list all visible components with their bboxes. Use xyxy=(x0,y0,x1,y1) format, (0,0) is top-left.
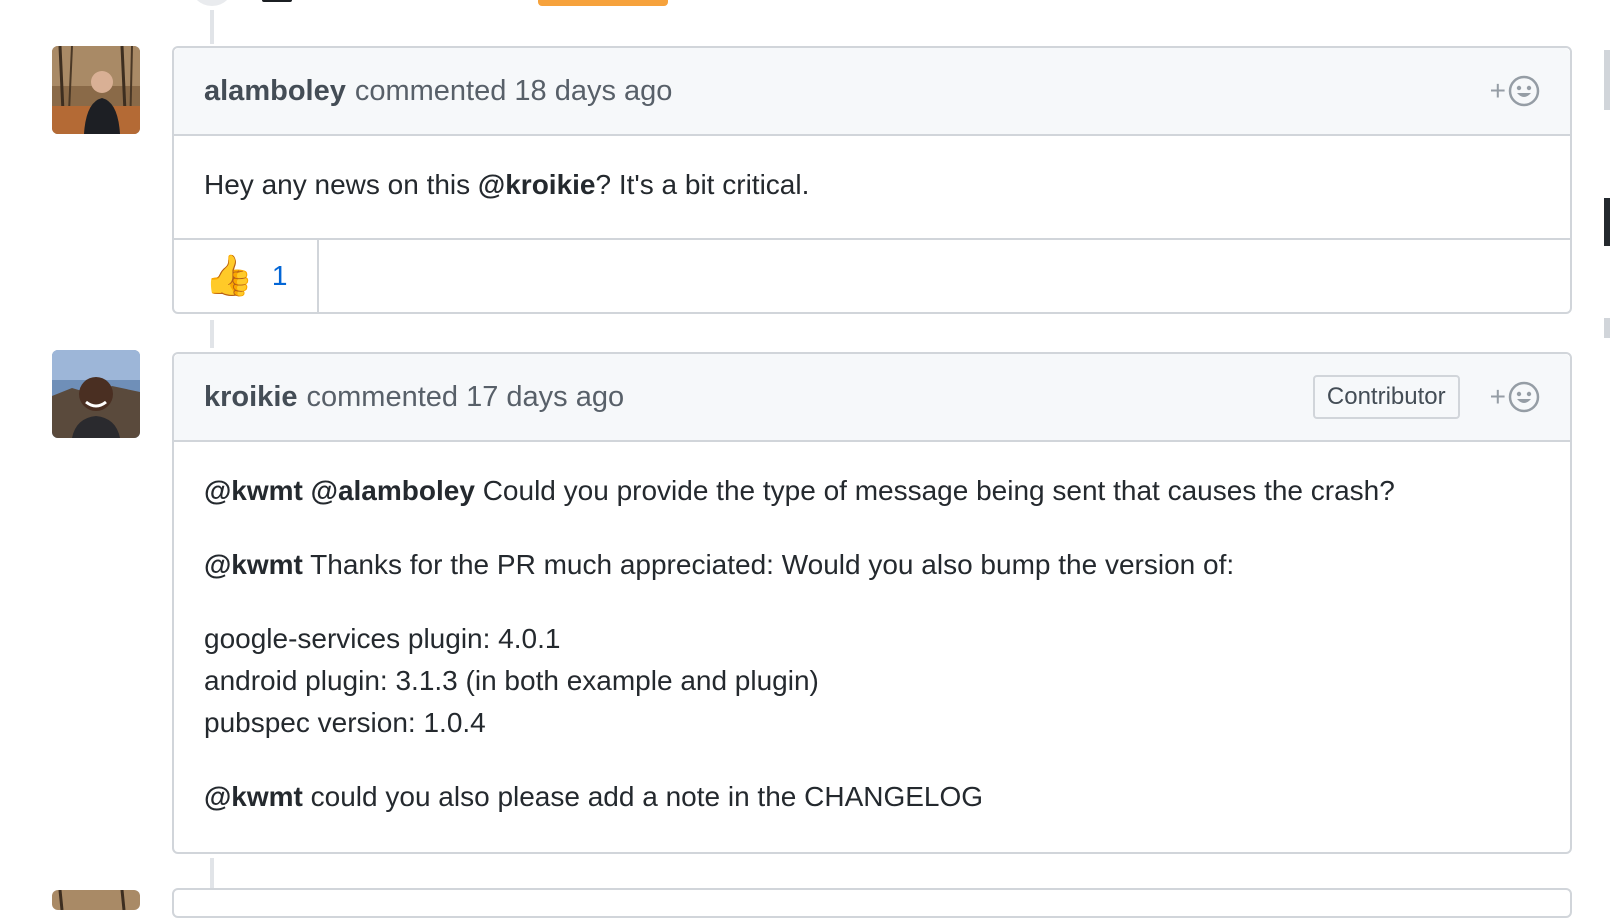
comment-card: kroikie commented 17 days ago Contributo… xyxy=(172,352,1572,854)
body-text: ? It's a bit critical. xyxy=(595,169,810,200)
body-text: Hey any news on this xyxy=(204,169,478,200)
version-list: google-services plugin: 4.0.1 android pl… xyxy=(204,618,1540,744)
plus-icon: + xyxy=(1489,75,1506,106)
next-avatar-image xyxy=(52,890,140,910)
comment-timestamp[interactable]: 18 days ago xyxy=(514,75,672,108)
thumbs-up-icon: 👍 xyxy=(204,254,254,298)
user-mention[interactable]: @kwmt xyxy=(204,475,303,506)
user-mention[interactable]: @kroikie xyxy=(478,169,596,200)
comment-body: @kwmt @alamboley Could you provide the t… xyxy=(174,442,1570,848)
comment-action: commented xyxy=(306,380,459,413)
user-mention[interactable]: @alamboley xyxy=(311,475,475,506)
next-avatar-stub xyxy=(52,890,140,910)
contributor-badge: Contributor xyxy=(1312,375,1460,419)
version-line: google-services plugin: 4.0.1 xyxy=(204,623,561,654)
timeline-connector xyxy=(210,10,214,44)
scrollbar-fragment xyxy=(1604,50,1610,110)
smiley-icon xyxy=(1508,75,1540,107)
smiley-icon xyxy=(1508,381,1540,413)
previous-label-stub xyxy=(538,0,668,6)
reactions-bar: 👍 1 xyxy=(174,238,1570,312)
plus-icon: + xyxy=(1489,381,1506,412)
add-reaction-button[interactable]: + xyxy=(1490,381,1540,413)
user-mention[interactable]: @kwmt xyxy=(204,549,303,580)
scrollbar-fragment xyxy=(1604,318,1610,338)
scrollbar-fragment xyxy=(1604,198,1610,246)
comment-card: alamboley commented 18 days ago + Hey an… xyxy=(172,46,1572,314)
comment-header: alamboley commented 18 days ago + xyxy=(174,48,1570,136)
timeline-connector xyxy=(210,858,214,888)
body-text: could you also please add a note in the … xyxy=(302,781,984,812)
version-line: android plugin: 3.1.3 (in both example a… xyxy=(204,665,819,696)
avatar-kroikie-image xyxy=(52,350,140,438)
comment-action: commented xyxy=(354,74,507,107)
comment-paragraph: @kwmt @alamboley Could you provide the t… xyxy=(204,470,1540,512)
avatar-kroikie[interactable] xyxy=(52,350,140,438)
comment-timestamp[interactable]: 17 days ago xyxy=(466,381,624,414)
user-mention[interactable]: @kwmt xyxy=(204,781,303,812)
avatar-alamboley-image xyxy=(52,46,140,134)
timeline-connector xyxy=(210,320,214,348)
comment-author[interactable]: kroikie xyxy=(204,381,298,414)
comment-header: kroikie commented 17 days ago Contributo… xyxy=(174,354,1570,442)
reaction-count: 1 xyxy=(271,260,288,291)
body-text: Thanks for the PR much appreciated: Woul… xyxy=(302,549,1235,580)
reaction-thumbs-up[interactable]: 👍 1 xyxy=(174,240,320,312)
comment-paragraph: Hey any news on this @kroikie? It's a bi… xyxy=(204,164,1540,206)
comment-body: Hey any news on this @kroikie? It's a bi… xyxy=(174,136,1570,238)
previous-avatar-stub xyxy=(190,0,234,6)
body-text: Could you provide the type of message be… xyxy=(474,475,1395,506)
next-comment-stub xyxy=(172,888,1572,918)
comment-author[interactable]: alamboley xyxy=(204,75,346,108)
previous-item-stub xyxy=(262,0,292,2)
add-reaction-button[interactable]: + xyxy=(1490,75,1540,107)
version-line: pubspec version: 1.0.4 xyxy=(204,707,486,738)
comment-paragraph: @kwmt Thanks for the PR much appreciated… xyxy=(204,544,1540,586)
avatar-alamboley[interactable] xyxy=(52,46,140,134)
comment-paragraph: @kwmt could you also please add a note i… xyxy=(204,776,1540,818)
